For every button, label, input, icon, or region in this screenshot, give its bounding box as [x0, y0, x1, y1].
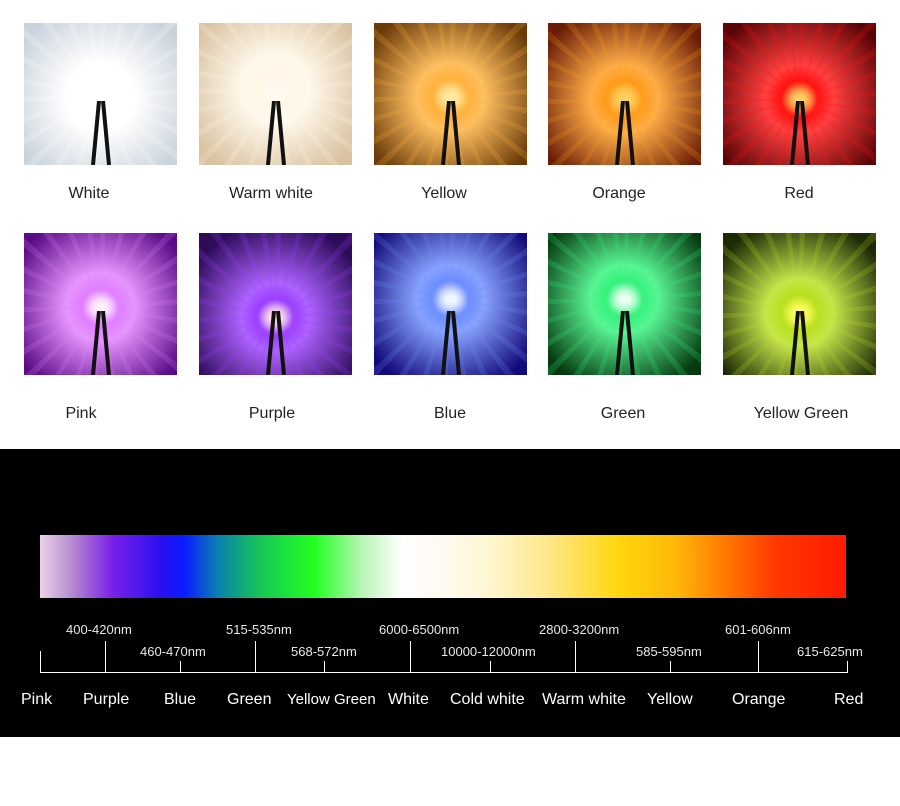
tweezer-icon — [614, 311, 635, 375]
scale-tick — [758, 641, 759, 672]
spectrum-color-label: Orange — [732, 691, 786, 708]
wavelength-label: 6000-6500nm — [379, 622, 460, 637]
wavelength-label: 601-606nm — [725, 622, 791, 637]
wavelength-label: 585-595nm — [636, 644, 702, 659]
swatch-label-yellow: Yellow — [421, 185, 467, 202]
wavelength-label: 515-535nm — [226, 622, 292, 637]
swatch-label-pink: Pink — [65, 405, 97, 422]
swatch-label-blue: Blue — [433, 405, 467, 422]
scale-tick — [324, 661, 325, 672]
scale-tick — [490, 661, 491, 672]
scale-tick — [255, 641, 256, 672]
spectrum-color-label: White — [388, 691, 429, 708]
swatch-tile-green — [548, 233, 701, 375]
swatch-label-white: White — [68, 185, 110, 202]
spectrum-color-label: Red — [834, 691, 864, 708]
swatch-tile-warm-white — [199, 23, 352, 165]
scale-tick — [410, 641, 411, 672]
swatch-label-yellow-green: Yellow Green — [753, 405, 849, 422]
swatch-tile-yellow — [374, 23, 527, 165]
tweezer-icon — [614, 101, 635, 165]
wavelength-label: 615-625nm — [797, 644, 863, 659]
spectrum-gradient-bar — [40, 535, 846, 598]
spectrum-color-label: Green — [227, 691, 272, 708]
swatch-label-orange: Orange — [592, 185, 646, 202]
tweezer-icon — [789, 311, 810, 375]
spectrum-color-label: Pink — [21, 691, 53, 708]
scale-tick — [847, 661, 848, 672]
spectrum-color-label: Yellow Green — [287, 691, 376, 708]
led-chip-icon — [94, 93, 107, 101]
led-chip-icon — [444, 295, 457, 303]
swatch-tile-yellow-green — [723, 233, 876, 375]
tweezer-icon — [440, 101, 461, 165]
tweezer-icon — [440, 311, 461, 375]
spectrum-color-label: Blue — [164, 691, 197, 708]
tweezer-icon — [265, 101, 286, 165]
swatch-tile-white — [24, 23, 177, 165]
swatch-tile-red — [723, 23, 876, 165]
tweezer-icon — [265, 311, 286, 375]
swatch-tile-purple — [199, 233, 352, 375]
scale-tick — [670, 661, 671, 672]
spectrum-panel: 400-420nm 515-535nm 6000-6500nm 2800-320… — [0, 449, 900, 737]
led-chip-icon — [618, 295, 631, 303]
tweezer-icon — [90, 101, 111, 165]
swatch-tile-orange — [548, 23, 701, 165]
wavelength-label: 10000-12000nm — [441, 644, 536, 659]
swatch-label-green: Green — [600, 405, 646, 422]
swatch-label-red: Red — [784, 185, 814, 202]
led-chip-icon — [269, 85, 282, 93]
swatch-label-warm-white: Warm white — [229, 185, 313, 202]
swatch-tile-pink — [24, 233, 177, 375]
spectrum-color-label: Cold white — [450, 691, 525, 708]
tweezer-icon — [789, 101, 810, 165]
spectrum-color-label: Yellow — [647, 691, 693, 708]
wavelength-label: 460-470nm — [140, 644, 206, 659]
scale-axis-line — [40, 672, 848, 673]
scale-tick — [105, 641, 106, 672]
spectrum-color-label: Purple — [83, 691, 130, 708]
scale-tick — [40, 651, 41, 672]
wavelength-label: 2800-3200nm — [539, 622, 620, 637]
wavelength-label: 568-572nm — [291, 644, 357, 659]
swatch-label-purple: Purple — [248, 405, 296, 422]
scale-tick — [575, 641, 576, 672]
tweezer-icon — [90, 311, 111, 375]
led-chip-icon — [94, 303, 107, 311]
scale-tick — [180, 661, 181, 672]
spectrum-color-label: Warm white — [542, 691, 626, 708]
swatch-tile-blue — [374, 233, 527, 375]
wavelength-label: 400-420nm — [66, 622, 132, 637]
led-chip-icon — [444, 93, 457, 101]
